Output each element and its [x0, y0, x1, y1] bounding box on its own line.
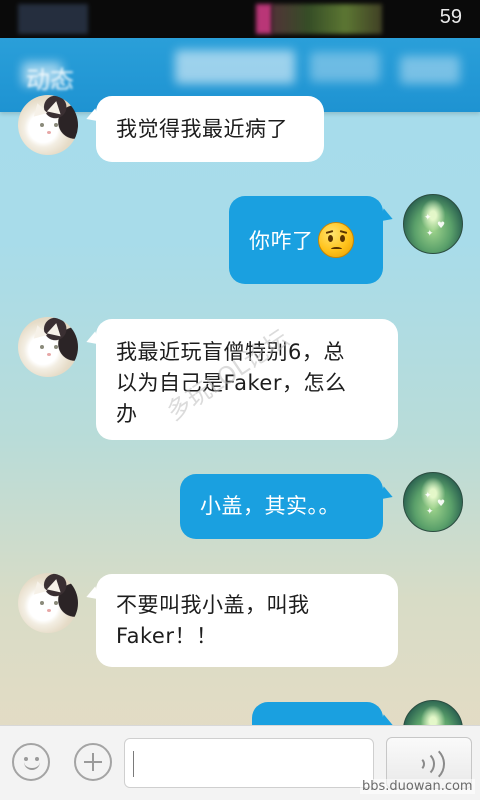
message-text: 你咋了: [249, 229, 314, 253]
my-avatar[interactable]: ✦ ♥ ✦: [403, 194, 463, 254]
message-input[interactable]: [124, 738, 374, 788]
message-bubble-incoming[interactable]: 不要叫我小盖，叫我 Faker！！: [96, 574, 398, 667]
text-caret: [133, 751, 134, 777]
message-text: 办: [116, 402, 138, 426]
site-watermark: bbs.duowan.com: [360, 779, 475, 794]
my-avatar[interactable]: ✦ ♥ ✦: [403, 472, 463, 532]
message-text: Faker！！: [116, 624, 218, 648]
friend-avatar[interactable]: [18, 317, 78, 377]
status-bar: 59: [0, 0, 480, 38]
status-indicators-blurred: [272, 4, 382, 34]
contact-status-blurred: [310, 52, 380, 82]
plus-icon[interactable]: [74, 743, 112, 781]
worried-face-icon: [317, 222, 354, 258]
contact-name-blurred: [175, 50, 295, 84]
message-bubble-incoming[interactable]: 我最近玩盲僧特别6，总 以为自己是Faker，怎么 办: [96, 319, 398, 440]
status-icons-blurred: [18, 4, 88, 34]
friend-avatar[interactable]: [18, 95, 78, 155]
smile-icon[interactable]: [12, 743, 50, 781]
message-text: 小盖，其实。。: [200, 494, 340, 518]
message-text: 以为自己是Faker，怎么: [116, 371, 347, 395]
message-text: 不要叫我小盖，叫我: [116, 593, 310, 617]
page-title: 动态: [26, 66, 74, 94]
friend-avatar[interactable]: [18, 573, 78, 633]
menu-button-blurred[interactable]: [400, 56, 460, 84]
status-time: 59: [439, 6, 462, 28]
message-bubble-outgoing[interactable]: 小盖，其实。。: [180, 474, 383, 539]
notification-icon-blurred: [256, 4, 272, 34]
message-text: 我觉得我最近病了: [116, 117, 288, 141]
message-bubble-outgoing[interactable]: 你咋了: [229, 196, 383, 284]
message-text: 我最近玩盲僧特别6，总: [116, 340, 345, 364]
message-bubble-incoming[interactable]: 我觉得我最近病了: [96, 96, 324, 162]
